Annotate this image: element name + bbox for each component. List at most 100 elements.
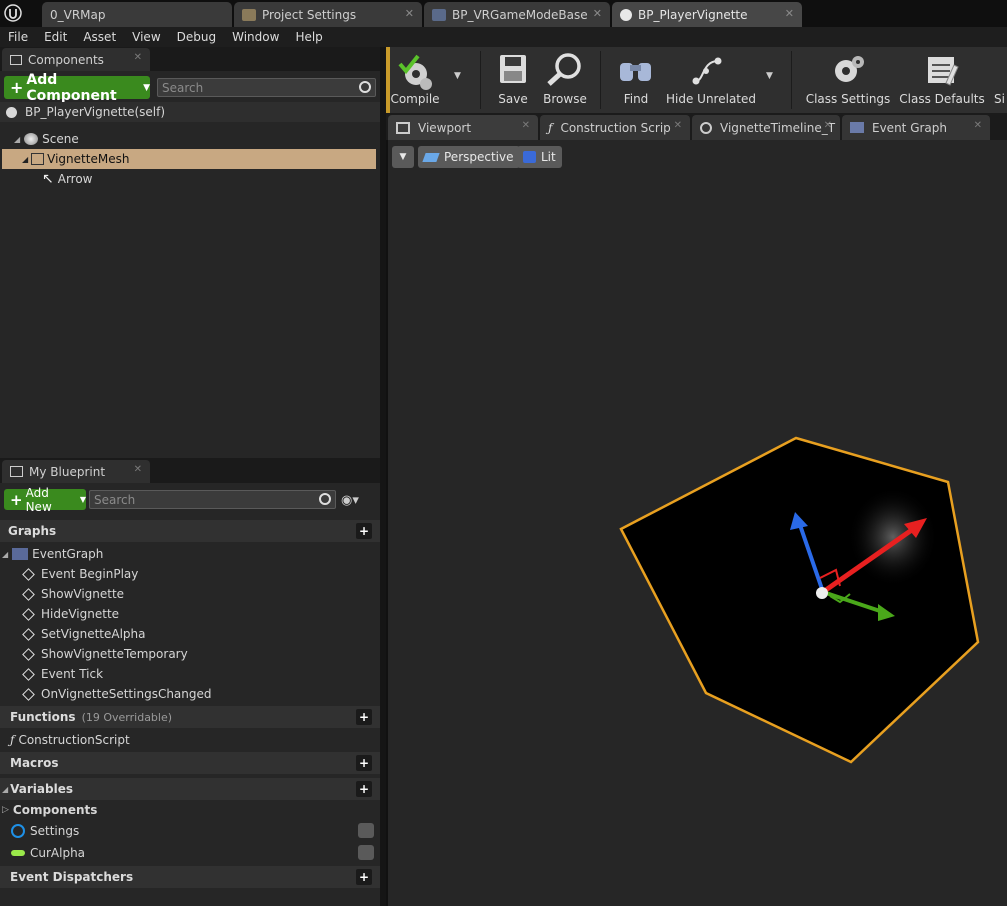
toolbar-separator bbox=[600, 51, 601, 109]
event-item[interactable]: ShowVignette bbox=[0, 584, 380, 604]
variable-label: CurAlpha bbox=[30, 846, 86, 860]
tab-label: Project Settings bbox=[262, 7, 357, 22]
add-dispatcher-plus-icon[interactable]: + bbox=[356, 869, 372, 885]
add-new-label: Add New bbox=[25, 485, 52, 514]
event-item[interactable]: Event Tick bbox=[0, 664, 380, 684]
plus-icon: + bbox=[10, 78, 24, 97]
class-defaults-button[interactable]: Class Defaults bbox=[898, 47, 986, 113]
close-icon[interactable]: ✕ bbox=[134, 52, 142, 63]
event-item[interactable]: OnVignetteSettingsChanged bbox=[0, 684, 380, 704]
vignette-mesh-outline[interactable] bbox=[619, 436, 980, 764]
search-icon bbox=[319, 493, 331, 505]
tree-item-vignettemesh[interactable]: ◢ VignetteMesh bbox=[2, 149, 376, 169]
event-diamond-icon bbox=[22, 687, 35, 701]
blueprint-search-input[interactable]: Search bbox=[89, 490, 336, 509]
sphere-icon bbox=[620, 8, 632, 21]
tab-bp-playervignette[interactable]: BP_PlayerVignette ✕ bbox=[612, 2, 802, 27]
event-item[interactable]: SetVignetteAlpha bbox=[0, 624, 380, 644]
close-icon[interactable]: ✕ bbox=[824, 120, 832, 131]
event-diamond-icon bbox=[22, 567, 35, 581]
function-item[interactable]: ƒ ConstructionScript bbox=[0, 730, 380, 750]
close-icon[interactable]: ✕ bbox=[593, 7, 602, 20]
visibility-toggle-icon[interactable] bbox=[358, 845, 374, 860]
editor-tab-bar: Viewport ✕ ƒ Construction Scrip ✕ Vignet… bbox=[386, 113, 1007, 140]
variables-section[interactable]: ◢ Variables + bbox=[0, 778, 380, 800]
tab-project-settings[interactable]: Project Settings ✕ bbox=[234, 2, 422, 27]
add-graph-plus-icon[interactable]: + bbox=[356, 523, 372, 539]
menu-window[interactable]: Window bbox=[224, 30, 287, 44]
functions-section[interactable]: Functions (19 Overridable) + bbox=[0, 706, 380, 728]
browse-label: Browse bbox=[543, 92, 587, 106]
close-icon[interactable]: ✕ bbox=[974, 120, 982, 131]
menu-help[interactable]: Help bbox=[287, 30, 330, 44]
browse-button[interactable]: Browse bbox=[540, 47, 590, 113]
hide-unrelated-nodes-icon bbox=[692, 57, 722, 85]
hide-unrelated-options-chevron-icon[interactable]: ▼ bbox=[766, 71, 773, 81]
class-settings-gear-icon bbox=[835, 56, 864, 82]
close-icon[interactable]: ✕ bbox=[785, 7, 794, 20]
hide-unrelated-button[interactable]: ▼ Hide Unrelated bbox=[666, 47, 773, 113]
add-variable-plus-icon[interactable]: + bbox=[356, 781, 372, 797]
viewport[interactable]: ▼ Perspective Lit bbox=[386, 140, 1007, 906]
function-label: ConstructionScript bbox=[18, 733, 130, 747]
left-panel: Components ✕ + Add Component ▼ Search BP… bbox=[0, 47, 380, 906]
close-icon[interactable]: ✕ bbox=[405, 7, 414, 20]
variable-item-settings[interactable]: Settings bbox=[0, 821, 380, 841]
event-dispatchers-section[interactable]: Event Dispatchers + bbox=[0, 866, 380, 888]
event-item[interactable]: HideVignette bbox=[0, 604, 380, 624]
tab-label: BP_PlayerVignette bbox=[638, 7, 748, 22]
macros-section[interactable]: Macros + bbox=[0, 752, 380, 774]
tab-bp-vrgamemodebase[interactable]: BP_VRGameModeBase ✕ bbox=[424, 2, 610, 27]
my-blueprint-panel-header: My Blueprint ✕ bbox=[0, 458, 380, 483]
event-graph-row[interactable]: ◢ EventGraph bbox=[0, 544, 380, 564]
menu-edit[interactable]: Edit bbox=[36, 30, 75, 44]
variables-components-category[interactable]: ▷ Components bbox=[0, 800, 380, 820]
visibility-eye-icon[interactable]: ◉▾ bbox=[341, 493, 359, 508]
self-row[interactable]: BP_PlayerVignette(self) bbox=[0, 102, 380, 122]
variable-item-curalpha[interactable]: CurAlpha bbox=[0, 843, 380, 863]
add-new-button[interactable]: + Add New ▼ bbox=[4, 486, 86, 514]
tab-event-graph[interactable]: Event Graph ✕ bbox=[842, 115, 990, 140]
tab-construction-script[interactable]: ƒ Construction Scrip ✕ bbox=[540, 115, 690, 140]
find-label: Find bbox=[623, 92, 649, 106]
tree-item-arrow[interactable]: ↖ Arrow bbox=[0, 169, 376, 189]
event-label: ShowVignetteTemporary bbox=[41, 647, 188, 661]
section-label: Graphs bbox=[8, 524, 57, 538]
components-search-input[interactable]: Search bbox=[157, 78, 376, 97]
save-button[interactable]: Save bbox=[490, 47, 536, 113]
compile-button[interactable]: ▼ Compile bbox=[390, 47, 468, 113]
tab-viewport[interactable]: Viewport ✕ bbox=[388, 115, 538, 140]
event-item[interactable]: Event BeginPlay bbox=[0, 564, 380, 584]
browse-magnifier-icon bbox=[547, 53, 581, 86]
close-icon[interactable]: ✕ bbox=[134, 464, 142, 475]
tree-item-scene[interactable]: ◢ Scene bbox=[0, 129, 376, 149]
close-icon[interactable]: ✕ bbox=[522, 120, 530, 131]
expand-arrow-icon: ◢ bbox=[2, 784, 9, 794]
event-diamond-icon bbox=[22, 667, 35, 681]
vignette-glow bbox=[848, 487, 938, 587]
graphs-section[interactable]: Graphs + bbox=[0, 520, 380, 542]
find-button[interactable]: Find bbox=[614, 47, 658, 113]
add-function-plus-icon[interactable]: + bbox=[356, 709, 372, 725]
menu-debug[interactable]: Debug bbox=[169, 30, 224, 44]
visibility-toggle-icon[interactable] bbox=[358, 823, 374, 838]
tab-0-vrmap[interactable]: 0_VRMap bbox=[42, 2, 232, 27]
close-icon[interactable]: ✕ bbox=[674, 120, 682, 131]
components-tab[interactable]: Components ✕ bbox=[2, 48, 150, 71]
compile-options-chevron-icon[interactable]: ▼ bbox=[454, 71, 461, 81]
add-macro-plus-icon[interactable]: + bbox=[356, 755, 372, 771]
menu-file[interactable]: File bbox=[0, 30, 36, 44]
tab-vignette-timeline[interactable]: VignetteTimeline_T ✕ bbox=[692, 115, 840, 140]
section-label: Variables bbox=[10, 782, 73, 796]
tab-label: BP_VRGameModeBase bbox=[452, 7, 588, 22]
class-settings-button[interactable]: Class Settings bbox=[804, 47, 892, 113]
float-variable-icon bbox=[11, 850, 25, 856]
add-component-button[interactable]: + Add Component ▼ bbox=[4, 72, 150, 104]
document-tab-bar: 0_VRMap Project Settings ✕ BP_VRGameMode… bbox=[0, 0, 1007, 27]
menu-asset[interactable]: Asset bbox=[75, 30, 124, 44]
simulation-button[interactable]: Si bbox=[994, 47, 1007, 113]
menu-view[interactable]: View bbox=[124, 30, 168, 44]
my-blueprint-tab[interactable]: My Blueprint ✕ bbox=[2, 460, 150, 483]
tab-label: VignetteTimeline_T bbox=[720, 120, 836, 135]
event-item[interactable]: ShowVignetteTemporary bbox=[0, 644, 380, 664]
